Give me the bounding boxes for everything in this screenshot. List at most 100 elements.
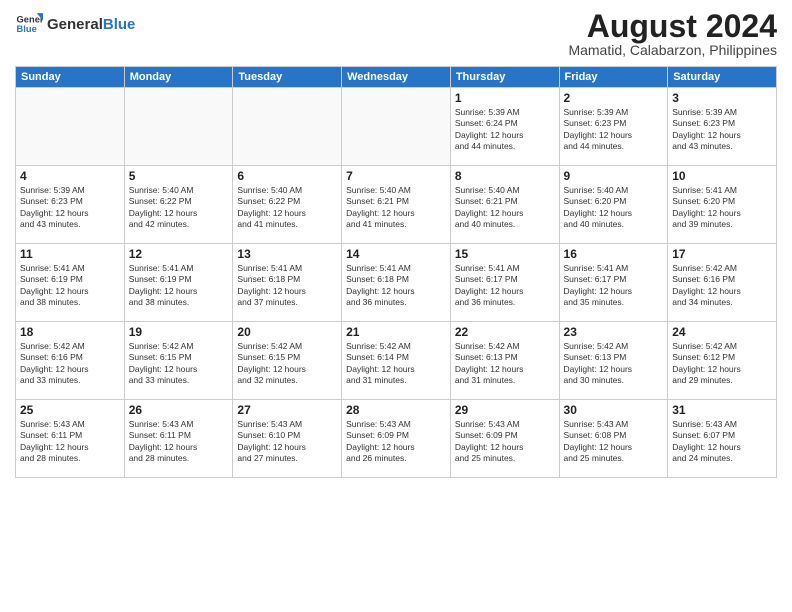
day-number: 9 bbox=[564, 169, 664, 183]
calendar-week-2: 4Sunrise: 5:39 AM Sunset: 6:23 PM Daylig… bbox=[16, 166, 777, 244]
day-info: Sunrise: 5:43 AM Sunset: 6:10 PM Dayligh… bbox=[237, 419, 337, 465]
calendar-cell: 13 Sunrise: 5:41 AM Sunset: 6:18 PM Dayli… bbox=[233, 244, 342, 322]
day-header-friday: Friday bbox=[559, 67, 668, 88]
day-info: Sunrise: 5:42 AM Sunset: 6:13 PM Dayligh… bbox=[564, 341, 664, 387]
day-number: 21 bbox=[346, 325, 446, 339]
logo-general-text: General bbox=[47, 16, 103, 33]
calendar-cell: 17 Sunrise: 5:42 AM Sunset: 6:16 PM Dayli… bbox=[668, 244, 777, 322]
day-info: Sunrise: 5:39 AM Sunset: 6:23 PM Dayligh… bbox=[564, 107, 664, 153]
day-info: Sunrise: 5:42 AM Sunset: 6:16 PM Dayligh… bbox=[20, 341, 120, 387]
calendar-cell: 14 Sunrise: 5:41 AM Sunset: 6:18 PM Dayli… bbox=[342, 244, 451, 322]
day-info: Sunrise: 5:41 AM Sunset: 6:19 PM Dayligh… bbox=[129, 263, 229, 309]
logo-icon: General Blue bbox=[15, 10, 43, 38]
day-header-thursday: Thursday bbox=[450, 67, 559, 88]
day-info: Sunrise: 5:41 AM Sunset: 6:20 PM Dayligh… bbox=[672, 185, 772, 231]
day-info: Sunrise: 5:43 AM Sunset: 6:09 PM Dayligh… bbox=[346, 419, 446, 465]
day-number: 12 bbox=[129, 247, 229, 261]
day-info: Sunrise: 5:40 AM Sunset: 6:22 PM Dayligh… bbox=[129, 185, 229, 231]
calendar-cell: 16Sunrise: 5:41 AM Sunset: 6:17 PM Dayli… bbox=[559, 244, 668, 322]
day-info: Sunrise: 5:42 AM Sunset: 6:14 PM Dayligh… bbox=[346, 341, 446, 387]
day-number: 17 bbox=[672, 247, 772, 261]
location: Mamatid, Calabarzon, Philippines bbox=[568, 42, 777, 58]
day-number: 26 bbox=[129, 403, 229, 417]
day-number: 7 bbox=[346, 169, 446, 183]
day-number: 14 bbox=[346, 247, 446, 261]
calendar-cell: 31 Sunrise: 5:43 AM Sunset: 6:07 PM Dayli… bbox=[668, 400, 777, 478]
day-number: 15 bbox=[455, 247, 555, 261]
day-info: Sunrise: 5:43 AM Sunset: 6:07 PM Dayligh… bbox=[672, 419, 772, 465]
day-header-monday: Monday bbox=[124, 67, 233, 88]
svg-text:General: General bbox=[17, 14, 43, 24]
day-info: Sunrise: 5:40 AM Sunset: 6:21 PM Dayligh… bbox=[346, 185, 446, 231]
day-number: 5 bbox=[129, 169, 229, 183]
calendar-cell bbox=[124, 88, 233, 166]
day-number: 13 bbox=[237, 247, 337, 261]
day-info: Sunrise: 5:42 AM Sunset: 6:15 PM Dayligh… bbox=[237, 341, 337, 387]
calendar-cell: 4Sunrise: 5:39 AM Sunset: 6:23 PM Daylig… bbox=[16, 166, 125, 244]
calendar-cell: 29Sunrise: 5:43 AM Sunset: 6:09 PM Dayli… bbox=[450, 400, 559, 478]
day-header-wednesday: Wednesday bbox=[342, 67, 451, 88]
day-number: 10 bbox=[672, 169, 772, 183]
title-section: August 2024 Mamatid, Calabarzon, Philipp… bbox=[568, 10, 777, 58]
day-number: 28 bbox=[346, 403, 446, 417]
day-number: 8 bbox=[455, 169, 555, 183]
day-number: 29 bbox=[455, 403, 555, 417]
day-info: Sunrise: 5:39 AM Sunset: 6:24 PM Dayligh… bbox=[455, 107, 555, 153]
day-number: 4 bbox=[20, 169, 120, 183]
day-number: 30 bbox=[564, 403, 664, 417]
logo-blue-text: Blue bbox=[103, 16, 136, 33]
calendar-cell: 11Sunrise: 5:41 AM Sunset: 6:19 PM Dayli… bbox=[16, 244, 125, 322]
calendar-week-4: 18Sunrise: 5:42 AM Sunset: 6:16 PM Dayli… bbox=[16, 322, 777, 400]
calendar-cell: 20 Sunrise: 5:42 AM Sunset: 6:15 PM Dayli… bbox=[233, 322, 342, 400]
day-info: Sunrise: 5:41 AM Sunset: 6:18 PM Dayligh… bbox=[237, 263, 337, 309]
day-number: 6 bbox=[237, 169, 337, 183]
calendar-week-5: 25 Sunrise: 5:43 AM Sunset: 6:11 PM Dayli… bbox=[16, 400, 777, 478]
day-number: 25 bbox=[20, 403, 120, 417]
day-number: 31 bbox=[672, 403, 772, 417]
day-info: Sunrise: 5:41 AM Sunset: 6:18 PM Dayligh… bbox=[346, 263, 446, 309]
calendar-cell: 24Sunrise: 5:42 AM Sunset: 6:12 PM Dayli… bbox=[668, 322, 777, 400]
day-info: Sunrise: 5:42 AM Sunset: 6:15 PM Dayligh… bbox=[129, 341, 229, 387]
day-number: 24 bbox=[672, 325, 772, 339]
calendar-cell bbox=[16, 88, 125, 166]
calendar-cell: 21 Sunrise: 5:42 AM Sunset: 6:14 PM Dayli… bbox=[342, 322, 451, 400]
calendar-cell: 5 Sunrise: 5:40 AM Sunset: 6:22 PM Daylig… bbox=[124, 166, 233, 244]
calendar-cell: 18Sunrise: 5:42 AM Sunset: 6:16 PM Dayli… bbox=[16, 322, 125, 400]
month-title: August 2024 bbox=[568, 10, 777, 42]
calendar-cell: 22Sunrise: 5:42 AM Sunset: 6:13 PM Dayli… bbox=[450, 322, 559, 400]
day-number: 19 bbox=[129, 325, 229, 339]
calendar-cell: 7 Sunrise: 5:40 AM Sunset: 6:21 PM Daylig… bbox=[342, 166, 451, 244]
calendar-cell: 10 Sunrise: 5:41 AM Sunset: 6:20 PM Dayli… bbox=[668, 166, 777, 244]
calendar-week-1: 1Sunrise: 5:39 AM Sunset: 6:24 PM Daylig… bbox=[16, 88, 777, 166]
day-number: 16 bbox=[564, 247, 664, 261]
calendar-table: SundayMondayTuesdayWednesdayThursdayFrid… bbox=[15, 66, 777, 478]
day-info: Sunrise: 5:41 AM Sunset: 6:17 PM Dayligh… bbox=[455, 263, 555, 309]
day-info: Sunrise: 5:42 AM Sunset: 6:16 PM Dayligh… bbox=[672, 263, 772, 309]
day-info: Sunrise: 5:43 AM Sunset: 6:11 PM Dayligh… bbox=[129, 419, 229, 465]
day-header-tuesday: Tuesday bbox=[233, 67, 342, 88]
day-info: Sunrise: 5:43 AM Sunset: 6:08 PM Dayligh… bbox=[564, 419, 664, 465]
day-header-saturday: Saturday bbox=[668, 67, 777, 88]
calendar-cell: 26 Sunrise: 5:43 AM Sunset: 6:11 PM Dayli… bbox=[124, 400, 233, 478]
day-number: 23 bbox=[564, 325, 664, 339]
calendar-cell: 27 Sunrise: 5:43 AM Sunset: 6:10 PM Dayli… bbox=[233, 400, 342, 478]
calendar-cell bbox=[342, 88, 451, 166]
calendar-cell: 2 Sunrise: 5:39 AM Sunset: 6:23 PM Daylig… bbox=[559, 88, 668, 166]
day-number: 20 bbox=[237, 325, 337, 339]
svg-text:Blue: Blue bbox=[17, 24, 37, 34]
logo: General Blue General Blue bbox=[15, 10, 135, 38]
calendar-week-3: 11Sunrise: 5:41 AM Sunset: 6:19 PM Dayli… bbox=[16, 244, 777, 322]
day-number: 3 bbox=[672, 91, 772, 105]
calendar-cell: 25Sunrise: 5:43 AM Sunset: 6:11 PM Dayli… bbox=[16, 400, 125, 478]
day-header-sunday: Sunday bbox=[16, 67, 125, 88]
calendar-cell: 6Sunrise: 5:40 AM Sunset: 6:22 PM Daylig… bbox=[233, 166, 342, 244]
day-info: Sunrise: 5:41 AM Sunset: 6:19 PM Dayligh… bbox=[20, 263, 120, 309]
calendar-cell: 30 Sunrise: 5:43 AM Sunset: 6:08 PM Dayli… bbox=[559, 400, 668, 478]
calendar-cell: 15 Sunrise: 5:41 AM Sunset: 6:17 PM Dayli… bbox=[450, 244, 559, 322]
day-number: 27 bbox=[237, 403, 337, 417]
day-number: 2 bbox=[564, 91, 664, 105]
day-number: 22 bbox=[455, 325, 555, 339]
calendar-cell: 1Sunrise: 5:39 AM Sunset: 6:24 PM Daylig… bbox=[450, 88, 559, 166]
calendar-cell: 9Sunrise: 5:40 AM Sunset: 6:20 PM Daylig… bbox=[559, 166, 668, 244]
calendar-cell: 12 Sunrise: 5:41 AM Sunset: 6:19 PM Dayli… bbox=[124, 244, 233, 322]
